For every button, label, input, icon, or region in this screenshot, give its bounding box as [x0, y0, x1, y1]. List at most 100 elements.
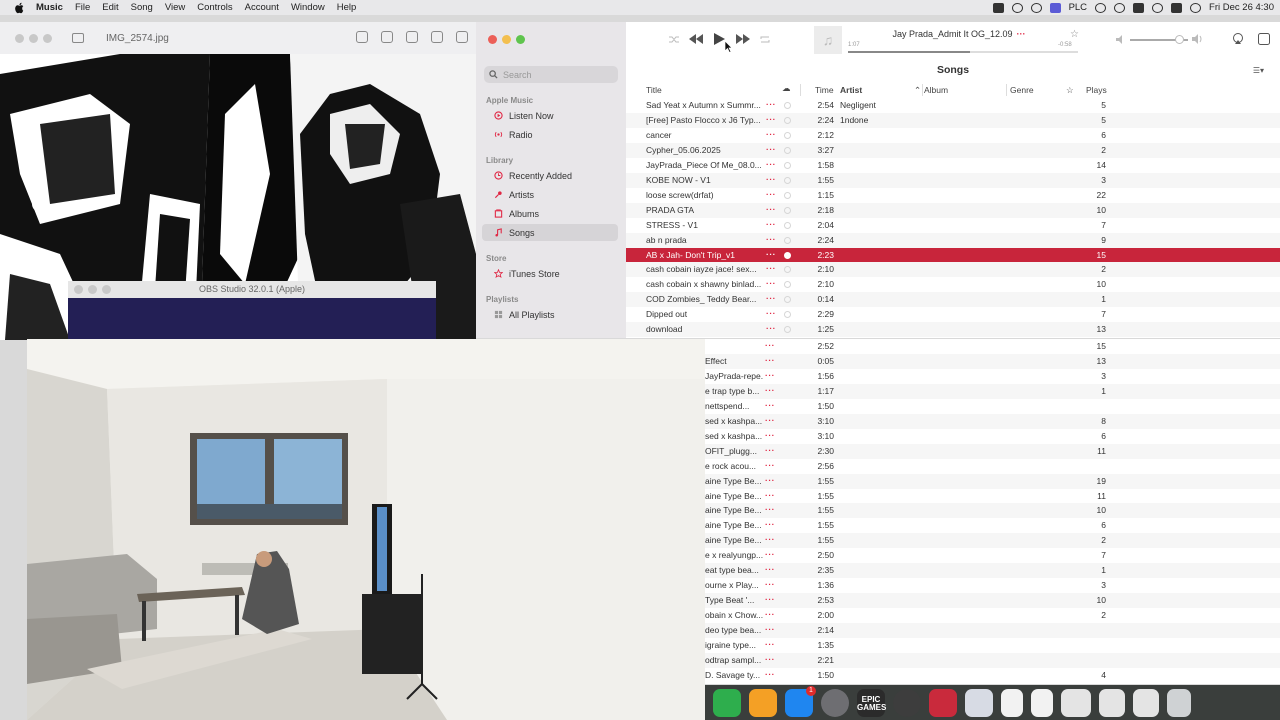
more-options-icon[interactable]: ···: [765, 460, 775, 470]
more-options-icon[interactable]: ···: [766, 99, 776, 109]
table-row[interactable]: JayPrada-repe... ··· 1:56 3: [705, 369, 1280, 384]
sync-status-icon[interactable]: [1011, 2, 1023, 13]
zoom-button[interactable]: [43, 33, 52, 43]
more-options-icon[interactable]: ···: [765, 609, 775, 619]
airplay-icon[interactable]: [1232, 33, 1244, 45]
more-options-icon[interactable]: ···: [766, 308, 776, 318]
more-options-icon[interactable]: ···: [765, 490, 775, 500]
sidebar-item-recently-added[interactable]: Recently Added: [482, 167, 618, 184]
table-row[interactable]: aine Type Be... ··· 1:55 2: [705, 533, 1280, 549]
menu-file[interactable]: File: [75, 2, 90, 13]
table-row[interactable]: e rock acou... ··· 2:56: [705, 459, 1280, 474]
more-options-icon[interactable]: ···: [766, 263, 776, 273]
more-options-icon[interactable]: ···: [1017, 29, 1026, 39]
more-options-icon[interactable]: ···: [765, 519, 775, 529]
more-options-icon[interactable]: ···: [766, 293, 776, 303]
table-row[interactable]: Cypher_05.06.2025 ··· 3:27 2: [626, 142, 1280, 158]
music-file-icon[interactable]: [1001, 688, 1023, 717]
menu-app-name[interactable]: Music: [36, 2, 63, 13]
table-row[interactable]: aine Type Be... ··· 1:55 6: [705, 518, 1280, 533]
obs-preview[interactable]: [68, 298, 436, 339]
wifi-icon[interactable]: [1133, 2, 1145, 13]
table-row[interactable]: eat type bea... ··· 2:35 1: [705, 563, 1280, 579]
more-options-icon[interactable]: ···: [766, 189, 776, 199]
cloud-column-icon[interactable]: ☁: [782, 83, 791, 94]
table-row[interactable]: odtrap sampl... ··· 2:21: [705, 652, 1280, 668]
column-genre[interactable]: Genre: [1010, 85, 1034, 95]
more-options-icon[interactable]: ···: [765, 654, 775, 664]
lyrics-icon[interactable]: [1258, 33, 1270, 45]
table-row[interactable]: OFIT_plugg... ··· 2:30 11: [705, 443, 1280, 459]
more-options-icon[interactable]: ···: [765, 594, 775, 604]
more-options-icon[interactable]: ···: [766, 144, 776, 154]
minimize-button[interactable]: [29, 33, 38, 43]
mp3-file-icon[interactable]: [1031, 688, 1053, 717]
progress-bar[interactable]: [848, 51, 1078, 53]
more-options-icon[interactable]: ···: [765, 430, 775, 440]
table-row[interactable]: deo type bea... ··· 2:14: [705, 623, 1280, 639]
more-options-icon[interactable]: ···: [766, 174, 776, 184]
more-options-icon[interactable]: ···: [765, 355, 775, 365]
more-options-icon[interactable]: ···: [765, 564, 775, 574]
table-row[interactable]: ··· 2:52 15: [705, 339, 1280, 354]
more-options-icon[interactable]: ···: [766, 234, 776, 244]
minimize-button[interactable]: [502, 35, 511, 44]
column-artist[interactable]: Artist: [840, 85, 862, 95]
sidebar-item-itunes-store[interactable]: iTunes Store: [482, 265, 618, 282]
table-row[interactable]: PRADA GTA ··· 2:18 10: [626, 202, 1280, 218]
close-button[interactable]: [15, 33, 24, 43]
table-row[interactable]: Sad Yeat x Autumn x Summr... ··· 2:54 Negli…: [626, 98, 1280, 113]
more-options-icon[interactable]: ···: [766, 219, 776, 229]
more-options-icon[interactable]: ···: [765, 475, 775, 485]
screenshot-icon[interactable]: [1133, 688, 1159, 717]
volume-knob[interactable]: [1175, 35, 1185, 44]
screen-record-status-icon[interactable]: [1030, 2, 1042, 13]
more-options-icon[interactable]: ···: [766, 204, 776, 214]
numbers-icon[interactable]: [713, 688, 741, 717]
obs-icon[interactable]: [893, 688, 921, 717]
epic-games-icon[interactable]: EPIC GAMES: [857, 688, 886, 717]
zoom-in-icon[interactable]: [406, 31, 418, 43]
table-row[interactable]: e trap type b... ··· 1:17 1: [705, 383, 1280, 399]
search-field[interactable]: Search: [484, 66, 618, 83]
table-row[interactable]: ourne x Play... ··· 1:36 3: [705, 578, 1280, 593]
more-options-icon[interactable]: ···: [766, 323, 776, 333]
pages-icon[interactable]: [749, 688, 777, 717]
sidebar-item-listen-now[interactable]: Listen Now: [482, 107, 618, 124]
play-icon[interactable]: [714, 33, 725, 45]
plc-status-label[interactable]: PLC: [1069, 2, 1087, 13]
menu-song[interactable]: Song: [131, 2, 153, 13]
column-time[interactable]: Time: [815, 85, 834, 95]
more-options-icon[interactable]: ···: [765, 370, 775, 380]
table-row[interactable]: JayPrada_Piece Of Me_08.0... ··· 1:58 14: [626, 158, 1280, 173]
column-plays[interactable]: Plays: [1086, 85, 1107, 95]
stage-manager-icon[interactable]: [1049, 2, 1061, 13]
headphones-icon[interactable]: [1114, 2, 1126, 13]
table-row[interactable]: Dipped out ··· 2:29 7: [626, 307, 1280, 322]
menu-controls[interactable]: Controls: [197, 2, 232, 13]
column-title[interactable]: Title: [646, 85, 662, 95]
more-options-icon[interactable]: ···: [765, 385, 775, 395]
control-center-icon[interactable]: [1171, 2, 1183, 13]
system-settings-icon[interactable]: [821, 688, 849, 717]
more-options-icon[interactable]: ···: [765, 400, 775, 410]
zoom-out-icon[interactable]: [381, 31, 393, 43]
repeat-icon[interactable]: [760, 35, 770, 44]
table-row[interactable]: download ··· 1:25 13: [626, 322, 1280, 338]
info-icon[interactable]: [356, 31, 368, 43]
table-row[interactable]: KOBE NOW - V1 ··· 1:55 3: [626, 172, 1280, 188]
more-options-icon[interactable]: ···: [765, 639, 775, 649]
spotlight-icon[interactable]: [1152, 2, 1164, 13]
more-options-icon[interactable]: ···: [765, 415, 775, 425]
sidebar-item-albums[interactable]: Albums: [482, 205, 618, 222]
previous-icon[interactable]: [689, 34, 704, 44]
markup-icon[interactable]: [456, 31, 468, 43]
table-row[interactable]: e x realyungp... ··· 2:50 7: [705, 548, 1280, 563]
table-row[interactable]: AB x Jah- Don't Trip_v1 ··· 2:23 15: [626, 247, 1280, 263]
more-options-icon[interactable]: ···: [766, 159, 776, 169]
document-icon[interactable]: [1061, 688, 1091, 717]
trash-icon[interactable]: [1167, 688, 1191, 717]
zoom-button[interactable]: [516, 35, 525, 44]
table-row[interactable]: Effect ··· 0:05 13: [705, 353, 1280, 369]
view-options-icon[interactable]: ☰▾: [1253, 66, 1264, 75]
